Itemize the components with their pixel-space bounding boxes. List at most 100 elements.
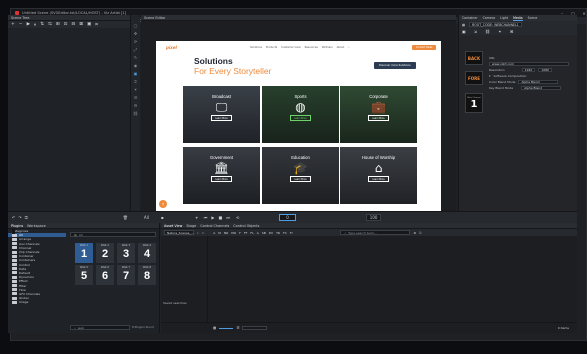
container-path[interactable]: ROOT_CODE: WEBCHANNEL1 (469, 22, 522, 27)
group-icon[interactable]: ▣ (87, 22, 91, 27)
asset-type-filter[interactable]: NR (224, 231, 228, 235)
status-field[interactable] (242, 325, 268, 331)
hash-icon[interactable]: ⌗ (95, 22, 98, 28)
frame-icon[interactable]: ⊡ (64, 22, 68, 27)
transform-icon[interactable]: ⇲ (474, 29, 477, 34)
delete-icon[interactable]: 🗑 (123, 215, 128, 220)
tool-grid-icon[interactable]: ⌗ (134, 79, 136, 84)
tab-camera[interactable]: Camera (483, 16, 496, 20)
card-government-button[interactable]: Learn More (211, 176, 232, 182)
tab-asset-view[interactable]: Asset View (164, 224, 182, 228)
fps-field[interactable]: 100 (365, 214, 382, 221)
effects-icon[interactable]: ✦ (498, 29, 501, 34)
card-education-button[interactable]: Learn More (290, 176, 311, 182)
card-corporate-button[interactable]: Learn More (368, 115, 389, 121)
key-icon[interactable]: ⌖ (196, 215, 198, 220)
tool-pen-icon[interactable]: ✎ (134, 55, 137, 60)
plugin-tile-web8[interactable]: Web 88 (138, 265, 156, 285)
plugin-filter[interactable]: ▤ All (70, 232, 156, 237)
asset-type-filter[interactable]: TR (276, 231, 280, 235)
plugin-tile-web4[interactable]: Web 44 (138, 243, 156, 263)
asset-type-filter[interactable]: F (239, 231, 241, 235)
tool-settings-icon[interactable]: ⚙ (134, 103, 138, 108)
sort-vertical-icon[interactable]: ⇅ (40, 22, 44, 27)
render-canvas[interactable]: pixel Solutions Products Customer Care R… (156, 41, 441, 211)
card-sports[interactable]: Sports ◍ Learn More (262, 86, 339, 143)
settings-icon[interactable]: ⚙ (413, 231, 416, 235)
asset-type-filter[interactable]: A (213, 231, 215, 235)
tab-scene[interactable]: Scene (528, 16, 538, 20)
timeline-filter-field[interactable]: All (144, 215, 149, 220)
plugin-tile-web6[interactable]: Web 66 (96, 265, 114, 285)
card-broadcast-button[interactable]: Learn More (211, 115, 232, 121)
card-corporate[interactable]: Corporate 💼 Learn More (340, 86, 417, 143)
expand-arrow-icon[interactable]: ▾ (489, 74, 491, 78)
tab-stage[interactable]: Stage (186, 224, 196, 228)
save-icon[interactable]: ▪ (161, 215, 164, 220)
tab-light[interactable]: Light (500, 16, 508, 20)
card-education[interactable]: Education 🎓 Learn More (262, 147, 339, 204)
card-sports-button[interactable]: Learn More (290, 115, 311, 121)
frame-field[interactable]: 0 (279, 214, 296, 221)
media-icon[interactable]: ▣ (462, 29, 466, 34)
nav-about[interactable]: About (337, 46, 345, 49)
card-government[interactable]: Government 🏛 Learn More (183, 147, 260, 204)
plugin-tile-web5[interactable]: Web 55 (75, 265, 93, 285)
nav-resources[interactable]: Resources (305, 46, 318, 49)
asset-type-filter[interactable]: FC (283, 231, 287, 235)
main-layer-badge[interactable]: Main Channel 1 (465, 93, 483, 113)
lock-icon[interactable]: ⚿ (25, 215, 28, 220)
tool-select-icon[interactable]: ▢ (134, 23, 138, 28)
nav-products[interactable]: Products (266, 46, 277, 49)
list-view-icon[interactable]: ☰ (236, 326, 239, 330)
resolution-width-field[interactable]: 1920 (521, 67, 536, 73)
pause-icon[interactable]: ⏸ (34, 22, 36, 28)
tool-scale-icon[interactable]: ⤢ (134, 47, 137, 52)
collapse-icon[interactable]: ⊟ (71, 22, 75, 27)
discover-solutions-button[interactable]: Discover more Solutions (374, 62, 416, 69)
card-broadcast[interactable]: Broadcast 🖵 Learn More (183, 86, 260, 143)
tool-camera-icon[interactable]: ◉ (134, 63, 138, 68)
tab-workspace[interactable]: Workspace (27, 224, 46, 228)
tool-view-icon[interactable]: ▣ (134, 71, 138, 76)
forward-button[interactable]: ⏭ (226, 215, 230, 220)
layers-icon[interactable]: ▦ (462, 23, 465, 27)
grid-view-icon[interactable]: ▦ (213, 326, 216, 330)
script-icon[interactable]: ⌘ (510, 29, 514, 34)
card-worship-button[interactable]: Learn More (368, 176, 389, 182)
play-icon[interactable]: ▶ (27, 22, 30, 27)
stop-button[interactable]: ■ (218, 215, 222, 220)
grid-icon[interactable]: ⊞ (56, 22, 60, 27)
site-search-icon[interactable]: ⌕ (348, 46, 349, 49)
tab-container[interactable]: Container (462, 16, 478, 20)
tab-media[interactable]: Media (513, 16, 523, 21)
zoom-slider[interactable] (219, 327, 234, 329)
contact-sales-button[interactable]: Contact Sales (412, 45, 437, 50)
asset-type-filter[interactable]: M (218, 231, 221, 235)
tab-control-objects[interactable]: Control Objects (233, 224, 259, 228)
tool-layers-icon[interactable]: ☰ (134, 95, 138, 100)
expand-icon[interactable]: ⊠ (79, 22, 83, 27)
tool-rotate-icon[interactable]: ⟳ (134, 39, 137, 44)
asset-type-filter[interactable]: A (257, 231, 259, 235)
asset-type-filter[interactable]: FI (290, 231, 293, 235)
add-icon[interactable]: + (11, 22, 15, 27)
undo-icon[interactable]: ↶ (12, 215, 15, 220)
plugin-tile-web7[interactable]: Web 77 (117, 265, 135, 285)
tool-light-icon[interactable]: ☀ (134, 87, 138, 92)
asset-type-filter[interactable]: SB (262, 231, 266, 235)
tool-link-icon[interactable]: ⛓ (133, 111, 138, 116)
back-icon[interactable]: ⇦ (202, 231, 205, 235)
plugin-tile-web3[interactable]: Web 33 (117, 243, 135, 263)
loop-button[interactable]: ⟲ (236, 215, 239, 220)
rewind-button[interactable]: ⏮ (204, 215, 208, 220)
tool-move-icon[interactable]: ✥ (134, 31, 137, 36)
asset-search-input[interactable]: ⌕ Type search term... (340, 230, 411, 235)
back-to-top-button[interactable]: ↑ (159, 200, 167, 208)
tab-control-channels[interactable]: Control Channels (200, 224, 229, 228)
remove-icon[interactable]: − (19, 22, 23, 27)
asset-path-field[interactable]: Nature_Scenes_... (164, 230, 194, 235)
tab-plugins[interactable]: Plugins (11, 224, 23, 228)
plugin-search-input[interactable]: ⌕ web (70, 325, 130, 330)
asset-type-filter[interactable]: MO (231, 231, 236, 235)
